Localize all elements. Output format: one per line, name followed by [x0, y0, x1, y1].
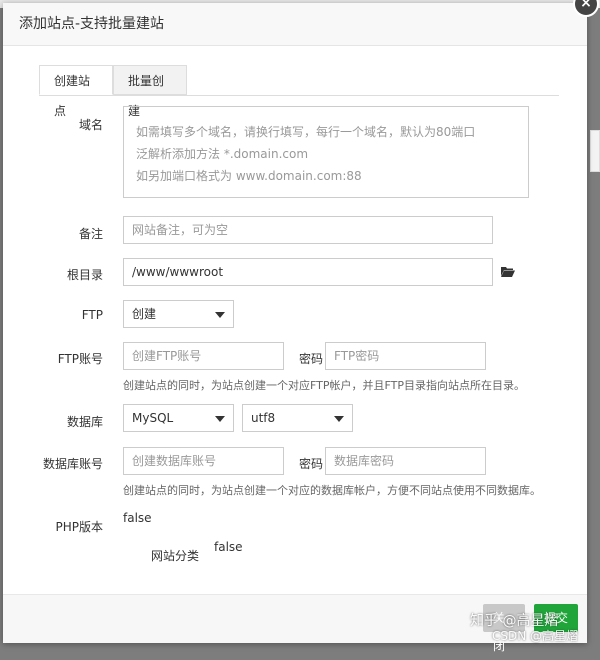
site-category-label: 网站分类	[151, 549, 200, 563]
root-dir-input[interactable]: /www/wwwroot	[123, 258, 493, 286]
database-type-select[interactable]: MySQL	[123, 404, 234, 432]
tab-bar: 创建站点 批量创建	[39, 65, 559, 118]
remark-input[interactable]: 网站备注，可为空	[123, 216, 493, 244]
ftp-select[interactable]: 创建	[123, 300, 234, 328]
db-username-input[interactable]: 创建数据库账号	[123, 447, 284, 475]
domain-textarea[interactable]: 如需填写多个域名，请换行填写，每行一个域名，默认为80端口 泛解析添加方法 *.…	[123, 106, 529, 198]
ftp-select-value: 创建	[132, 307, 157, 321]
ftp-label: FTP	[81, 308, 103, 322]
chevron-down-icon	[334, 416, 344, 422]
tab-create-site[interactable]: 创建站点	[39, 65, 113, 118]
ftp-password-label: 密码	[299, 352, 324, 366]
ftp-help-text: 创建站点的同时，为站点创建一个对应FTP帐户，并且FTP目录指向站点所在目录。	[123, 379, 525, 392]
chevron-down-icon	[215, 416, 225, 422]
database-type-value: MySQL	[132, 411, 174, 425]
db-password-input[interactable]: 数据库密码	[325, 447, 486, 475]
ftp-account-label: FTP账号	[57, 352, 103, 366]
db-help-text: 创建站点的同时，为站点创建一个对应的数据库帐户，方便不同站点使用不同数据库。	[123, 484, 541, 497]
dialog-title: 添加站点-支持批量建站	[3, 3, 587, 46]
php-version-label: PHP版本	[55, 520, 104, 534]
background-edge	[590, 130, 600, 172]
site-category-value: false	[214, 540, 243, 554]
domain-label: 域名	[78, 118, 103, 132]
remark-label: 备注	[78, 227, 103, 241]
domain-placeholder-line-2: 泛解析添加方法 *.domain.com	[136, 147, 309, 161]
tab-batch-create[interactable]: 批量创建	[113, 65, 187, 118]
folder-open-icon[interactable]	[501, 266, 515, 277]
database-charset-value: utf8	[251, 411, 276, 425]
php-version-value: false	[123, 511, 152, 525]
chevron-down-icon	[215, 312, 225, 318]
watermark-csdn: CSDN @高星熠	[492, 629, 579, 643]
ftp-username-input[interactable]: 创建FTP账号	[123, 342, 284, 370]
domain-placeholder-line-3: 如另加端口格式为 www.domain.com:88	[136, 169, 362, 183]
domain-placeholder-line-1: 如需填写多个域名，请换行填写，每行一个域名，默认为80端口	[136, 125, 476, 139]
db-password-label: 密码	[299, 457, 324, 471]
db-account-label: 数据库账号	[42, 457, 103, 471]
database-charset-select[interactable]: utf8	[242, 404, 353, 432]
add-site-dialog: 添加站点-支持批量建站 × 创建站点 批量创建 域名 如需填写多个域名，请换行填…	[3, 0, 599, 653]
ftp-password-input[interactable]: FTP密码	[325, 342, 486, 370]
root-dir-label: 根目录	[66, 268, 103, 282]
database-label: 数据库	[66, 415, 103, 429]
